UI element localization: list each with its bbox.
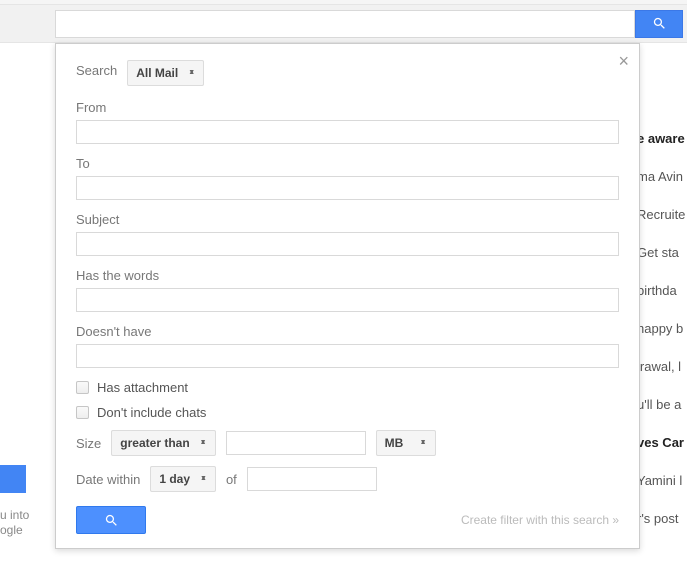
- main-search-button[interactable]: [635, 10, 683, 38]
- subject-input[interactable]: [76, 232, 619, 256]
- doesnt-have-label: Doesn't have: [76, 324, 619, 339]
- bg-snippet: e aware: [637, 120, 687, 158]
- search-icon: [104, 513, 119, 528]
- bg-snippet: r's post: [637, 500, 687, 538]
- main-search-input[interactable]: [55, 10, 635, 38]
- from-input[interactable]: [76, 120, 619, 144]
- bg-snippet: birthda: [637, 272, 687, 310]
- size-value-input[interactable]: [226, 431, 366, 455]
- doesnt-have-input[interactable]: [76, 344, 619, 368]
- left-compose-partial[interactable]: [0, 465, 26, 493]
- dont-include-chats-checkbox[interactable]: [76, 406, 89, 419]
- bg-snippet: Get sta: [637, 234, 687, 272]
- create-filter-link[interactable]: Create filter with this search »: [461, 513, 619, 527]
- bg-snippet: u'll be a: [637, 386, 687, 424]
- date-of-label: of: [226, 472, 237, 487]
- size-label: Size: [76, 436, 101, 451]
- bg-snippet: ma Avin: [637, 158, 687, 196]
- bg-snippet: happy b: [637, 310, 687, 348]
- has-attachment-label: Has attachment: [97, 380, 188, 395]
- size-unit-dropdown[interactable]: MB ▲▼: [376, 430, 436, 456]
- from-label: From: [76, 100, 619, 115]
- dont-include-chats-label: Don't include chats: [97, 405, 206, 420]
- date-within-label: Date within: [76, 472, 140, 487]
- background-mail-list: e aware ma Avin Recruite Get sta birthda…: [637, 120, 687, 538]
- to-label: To: [76, 156, 619, 171]
- bg-snippet: lrawal, l: [637, 348, 687, 386]
- left-text-partial: u into ogle: [0, 508, 29, 538]
- has-attachment-checkbox[interactable]: [76, 381, 89, 394]
- size-operator-dropdown[interactable]: greater than ▲▼: [111, 430, 215, 456]
- search-scope-dropdown[interactable]: All Mail ▲▼: [127, 60, 204, 86]
- date-value-input[interactable]: [247, 467, 377, 491]
- subject-label: Subject: [76, 212, 619, 227]
- search-submit-button[interactable]: [76, 506, 146, 534]
- close-button[interactable]: ×: [618, 52, 629, 70]
- main-search-bar: [0, 5, 687, 43]
- has-words-label: Has the words: [76, 268, 619, 283]
- search-scope-label: Search: [76, 63, 117, 78]
- advanced-search-panel: × Search All Mail ▲▼ From To Subject Has…: [55, 43, 640, 549]
- date-range-dropdown[interactable]: 1 day ▲▼: [150, 466, 216, 492]
- to-input[interactable]: [76, 176, 619, 200]
- bg-snippet: Recruite: [637, 196, 687, 234]
- search-icon: [652, 16, 667, 31]
- has-words-input[interactable]: [76, 288, 619, 312]
- bg-snippet: Yamini l: [637, 462, 687, 500]
- bg-snippet: ves Car: [637, 424, 687, 462]
